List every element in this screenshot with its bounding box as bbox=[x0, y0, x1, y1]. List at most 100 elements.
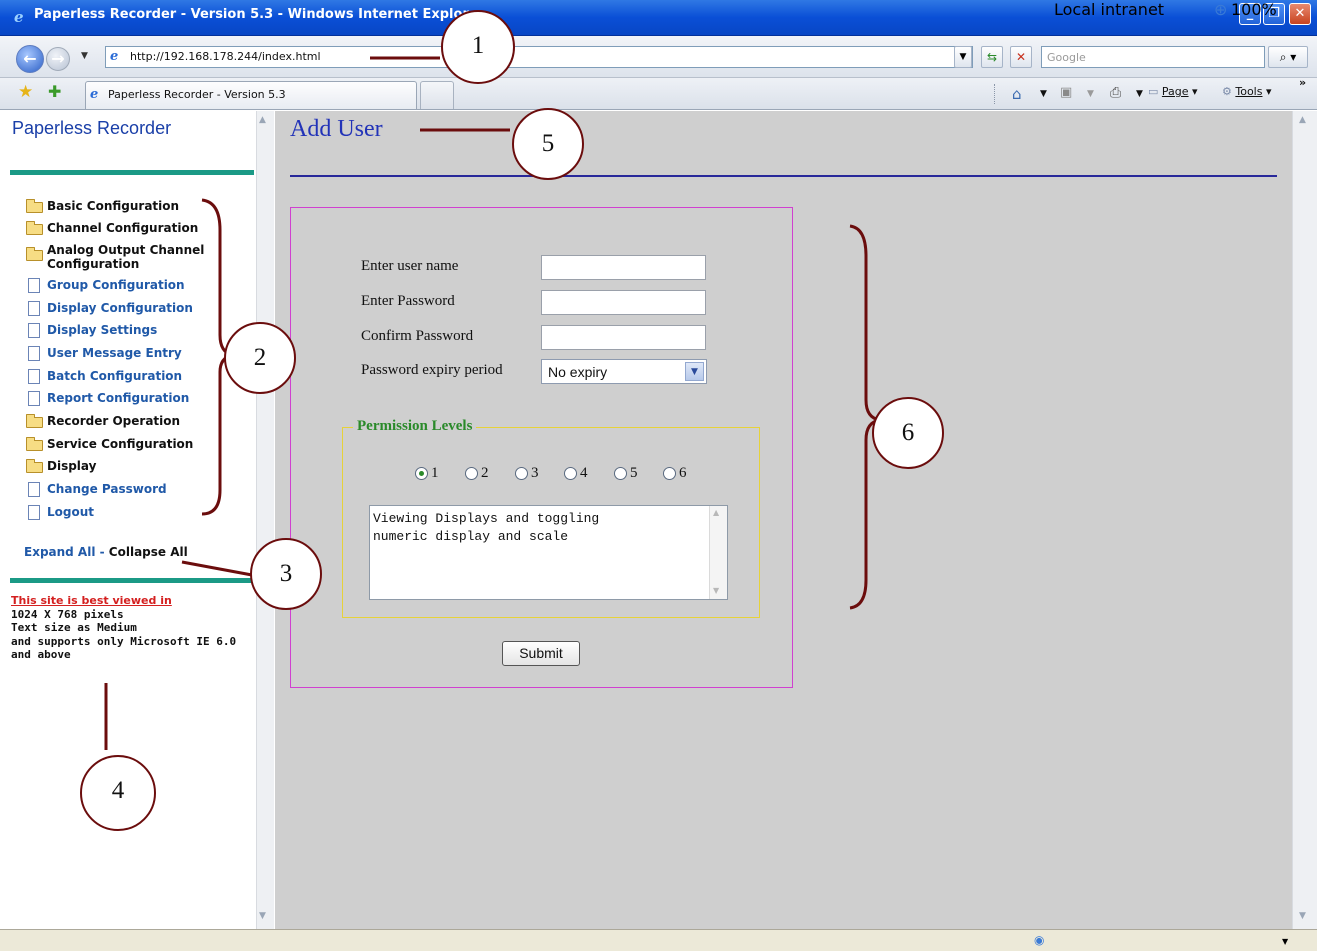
description-scroll-down[interactable]: ▼ bbox=[713, 586, 719, 595]
submit-button[interactable]: Submit bbox=[502, 641, 580, 666]
radio-circle bbox=[415, 466, 428, 480]
permission-description[interactable]: Viewing Displays and toggling numeric di… bbox=[369, 505, 728, 600]
add-favorites-icon[interactable]: ✚ bbox=[48, 82, 61, 101]
scroll-down-arrow[interactable]: ▼ bbox=[259, 911, 266, 921]
permission-radio[interactable]: 6 bbox=[663, 464, 687, 482]
print-icon[interactable]: ⎙ bbox=[1110, 85, 1121, 101]
recent-pages-dropdown[interactable]: ▼ bbox=[81, 51, 88, 61]
globe-icon: ◉ bbox=[1034, 933, 1045, 947]
expand-collapse-links: Expand All - Collapse All bbox=[24, 545, 188, 559]
refresh-button[interactable]: ⇆ bbox=[981, 46, 1003, 68]
sidebar-item[interactable]: Analog Output Channel Configuration bbox=[26, 243, 207, 271]
radio-label: 2 bbox=[481, 464, 489, 481]
document-icon bbox=[26, 301, 44, 316]
folder-icon bbox=[26, 221, 44, 235]
document-icon bbox=[26, 278, 44, 293]
radio-label: 4 bbox=[580, 464, 588, 481]
tab-page-icon: e bbox=[90, 87, 99, 102]
content-scroll-down[interactable]: ▼ bbox=[1299, 911, 1306, 921]
callout-1: 1 bbox=[441, 10, 515, 84]
address-dropdown-button[interactable]: ▼ bbox=[954, 46, 972, 68]
forward-button[interactable]: → bbox=[46, 47, 70, 71]
zoom-level[interactable]: 100% bbox=[1231, 0, 1277, 19]
permission-radio[interactable]: 5 bbox=[614, 464, 638, 482]
description-scrollbar[interactable]: ▲ ▼ bbox=[709, 506, 727, 599]
sidebar-item-label: Recorder Operation bbox=[47, 414, 181, 428]
permission-levels-legend: Permission Levels bbox=[353, 418, 477, 435]
tools-menu[interactable]: ⚙ Tools ▾ bbox=[1222, 85, 1272, 98]
radio-circle bbox=[614, 466, 627, 480]
sidebar-item[interactable]: Basic Configuration bbox=[26, 199, 179, 217]
sidebar-item-label: Group Configuration bbox=[47, 278, 185, 292]
radio-label: 5 bbox=[630, 464, 638, 481]
sidebar-item[interactable]: Channel Configuration bbox=[26, 221, 198, 239]
tab-current[interactable]: e Paperless Recorder - Version 5.3 bbox=[85, 81, 417, 109]
sidebar-item[interactable]: Display Settings bbox=[26, 323, 157, 341]
sidebar-item[interactable]: Logout bbox=[26, 505, 94, 523]
folder-icon bbox=[26, 437, 44, 451]
home-icon[interactable]: ⌂ bbox=[1012, 85, 1022, 103]
address-bar[interactable]: e http://192.168.178.244/index.html bbox=[105, 46, 973, 68]
sidebar-item[interactable]: Group Configuration bbox=[26, 278, 185, 296]
search-field[interactable]: Google bbox=[1041, 46, 1265, 68]
app-name: Paperless Recorder bbox=[12, 118, 172, 138]
search-button[interactable]: ⌕ ▾ bbox=[1268, 46, 1308, 68]
ie-logo-icon: e bbox=[14, 8, 24, 26]
favorites-center-icon[interactable]: ★ bbox=[18, 82, 33, 102]
radio-circle bbox=[564, 466, 577, 480]
title-underline bbox=[290, 175, 1277, 177]
document-icon bbox=[26, 323, 44, 338]
sidebar-item[interactable]: User Message Entry bbox=[26, 346, 182, 364]
home-dropdown[interactable]: ▼ bbox=[1040, 89, 1047, 99]
navigation-scrollbar[interactable]: ▲ ▼ bbox=[256, 111, 274, 929]
content-scroll-up[interactable]: ▲ bbox=[1299, 115, 1306, 125]
folder-icon bbox=[26, 243, 44, 261]
divider-bottom bbox=[10, 578, 254, 583]
close-window-button[interactable]: ✕ bbox=[1289, 3, 1311, 25]
notice-line: 1024 X 768 pixels bbox=[11, 607, 124, 621]
confirm-password-input[interactable] bbox=[541, 325, 706, 350]
sidebar-item[interactable]: Batch Configuration bbox=[26, 369, 182, 387]
sidebar-item[interactable]: Recorder Operation bbox=[26, 414, 180, 432]
radio-circle bbox=[515, 466, 528, 480]
document-icon bbox=[26, 346, 44, 361]
best-viewed-link[interactable]: This site is best viewed in bbox=[11, 594, 251, 608]
sidebar-item-label: User Message Entry bbox=[47, 346, 182, 360]
new-tab-button[interactable] bbox=[420, 81, 454, 109]
zoom-dropdown[interactable]: ▼ bbox=[1282, 937, 1288, 946]
stop-button[interactable]: ✕ bbox=[1010, 46, 1032, 68]
print-dropdown[interactable]: ▼ bbox=[1136, 89, 1143, 99]
callout-3: 3 bbox=[250, 538, 322, 610]
callout-6: 6 bbox=[872, 397, 944, 469]
sidebar-item-label: Service Configuration bbox=[47, 437, 194, 451]
sidebar-item[interactable]: Service Configuration bbox=[26, 437, 193, 455]
expand-all-link[interactable]: Expand All bbox=[24, 545, 95, 559]
password-input[interactable] bbox=[541, 290, 706, 315]
user-name-label: Enter user name bbox=[361, 258, 459, 274]
page-menu[interactable]: ▭ Page ▾ bbox=[1148, 85, 1198, 98]
permission-radio[interactable]: 4 bbox=[564, 464, 588, 482]
search-icon: ⌕ ▾ bbox=[1279, 50, 1297, 64]
expiry-select[interactable]: No expiry ▼ bbox=[541, 359, 707, 384]
sidebar-item[interactable]: Display Configuration bbox=[26, 301, 193, 319]
sidebar-item-label: Channel Configuration bbox=[47, 221, 199, 235]
back-button[interactable]: ← bbox=[16, 45, 44, 73]
content-scrollbar[interactable]: ▲ ▼ bbox=[1292, 111, 1317, 929]
feeds-icon[interactable]: ▣ bbox=[1060, 85, 1072, 100]
sidebar-item-label: Change Password bbox=[47, 482, 167, 496]
sidebar-item-label: Display Settings bbox=[47, 323, 158, 337]
permission-radio[interactable]: 2 bbox=[465, 464, 489, 482]
sidebar-item-label: Display Configuration bbox=[47, 301, 193, 315]
user-name-input[interactable] bbox=[541, 255, 706, 280]
permission-radio[interactable]: 1 bbox=[415, 464, 439, 482]
sidebar-item[interactable]: Change Password bbox=[26, 482, 167, 500]
expand-separator: - bbox=[95, 545, 109, 559]
toolbar-overflow-chevron[interactable]: » bbox=[1299, 76, 1306, 89]
chevron-down-icon[interactable]: ▼ bbox=[685, 362, 704, 381]
sidebar-item[interactable]: Display bbox=[26, 459, 96, 477]
collapse-all-link[interactable]: Collapse All bbox=[109, 545, 188, 559]
scroll-up-arrow[interactable]: ▲ bbox=[259, 115, 266, 125]
permission-radio[interactable]: 3 bbox=[515, 464, 539, 482]
sidebar-item[interactable]: Report Configuration bbox=[26, 391, 189, 409]
description-scroll-up[interactable]: ▲ bbox=[713, 508, 719, 517]
